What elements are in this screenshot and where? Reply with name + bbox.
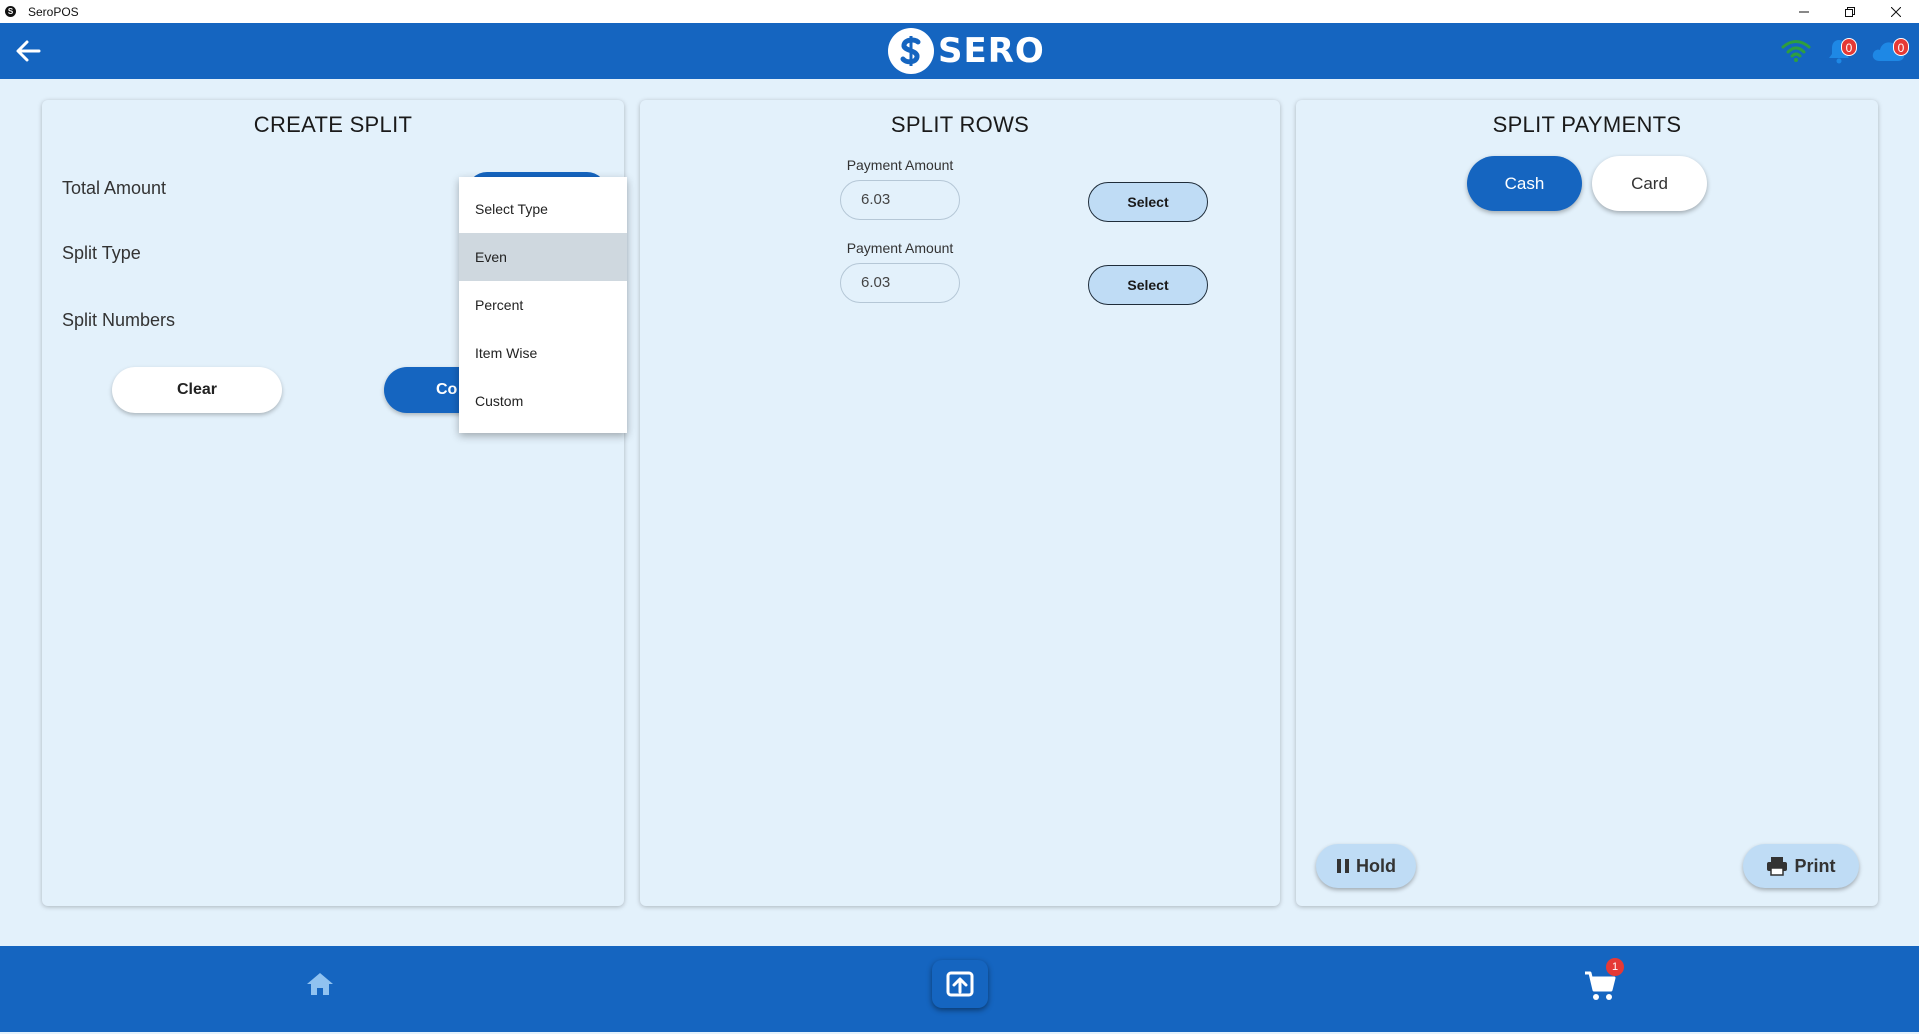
print-label: Print <box>1794 855 1836 876</box>
upload-box-icon <box>946 971 974 997</box>
hold-label: Hold <box>1356 855 1396 876</box>
logo-text: SERO <box>938 31 1045 71</box>
payment-amount-field[interactable]: 6.03 <box>840 263 960 303</box>
upload-button[interactable] <box>932 960 988 1008</box>
payment-amount-field[interactable]: 6.03 <box>840 180 960 220</box>
hold-button[interactable]: Hold <box>1316 844 1416 888</box>
logo-badge-icon <box>888 28 934 74</box>
select-button[interactable]: Select <box>1088 182 1208 222</box>
home-button[interactable] <box>304 968 336 1000</box>
dropdown-item-even[interactable]: Even <box>459 233 627 281</box>
window-title: SeroPOS <box>28 4 79 19</box>
cart-button[interactable]: 1 <box>1580 958 1624 1004</box>
cloud-sync-button[interactable]: 0 <box>1867 36 1909 66</box>
split-rows-panel: SPLIT ROWS Payment Amount 6.03 Select Pa… <box>640 100 1280 906</box>
dropdown-item-custom[interactable]: Custom <box>459 377 627 425</box>
cash-button[interactable]: Cash <box>1467 156 1582 211</box>
create-split-title: CREATE SPLIT <box>253 112 413 137</box>
printer-icon <box>1766 856 1788 876</box>
window-title-bar: S SeroPOS <box>0 0 1919 23</box>
sero-logo: SERO <box>888 28 1045 74</box>
split-payments-title: SPLIT PAYMENTS <box>1492 112 1682 137</box>
clear-button[interactable]: Clear <box>112 367 282 413</box>
pause-icon <box>1336 858 1350 874</box>
restore-icon <box>1845 6 1855 17</box>
payment-amount-label: Payment Amount <box>846 240 954 256</box>
dropdown-item-select-type[interactable]: Select Type <box>459 185 627 233</box>
cloud-count-badge: 0 <box>1893 38 1909 56</box>
wifi-icon <box>1781 40 1811 62</box>
dropdown-item-item-wise[interactable]: Item Wise <box>459 329 627 377</box>
split-rows-title: SPLIT ROWS <box>890 112 1030 137</box>
bottom-navigation: 1 <box>0 946 1919 1032</box>
header-status-area: 0 0 <box>1781 35 1909 67</box>
cart-count-badge: 1 <box>1606 958 1624 976</box>
close-icon <box>1891 6 1901 17</box>
back-button[interactable] <box>12 35 44 67</box>
notifications-button[interactable]: 0 <box>1821 36 1857 66</box>
split-type-dropdown: Select Type Even Percent Item Wise Custo… <box>459 177 627 433</box>
minimize-button[interactable] <box>1781 0 1827 23</box>
window-controls <box>1781 0 1919 23</box>
dropdown-item-percent[interactable]: Percent <box>459 281 627 329</box>
arrow-left-icon <box>16 40 41 62</box>
total-amount-label: Total Amount <box>62 178 167 198</box>
select-button[interactable]: Select <box>1088 265 1208 305</box>
home-icon <box>307 973 333 995</box>
minimize-icon <box>1799 11 1809 12</box>
app-header: SERO 0 0 <box>0 23 1919 79</box>
print-button[interactable]: Print <box>1743 844 1859 888</box>
payment-amount-label: Payment Amount <box>846 157 954 173</box>
split-numbers-label: Split Numbers <box>62 310 176 330</box>
app-icon: S <box>5 6 16 17</box>
split-type-label: Split Type <box>62 243 141 263</box>
card-button[interactable]: Card <box>1592 156 1707 211</box>
split-payments-panel: SPLIT PAYMENTS Cash Card Hold Print <box>1296 100 1878 906</box>
notification-count-badge: 0 <box>1841 38 1857 56</box>
close-button[interactable] <box>1873 0 1919 23</box>
restore-button[interactable] <box>1827 0 1873 23</box>
